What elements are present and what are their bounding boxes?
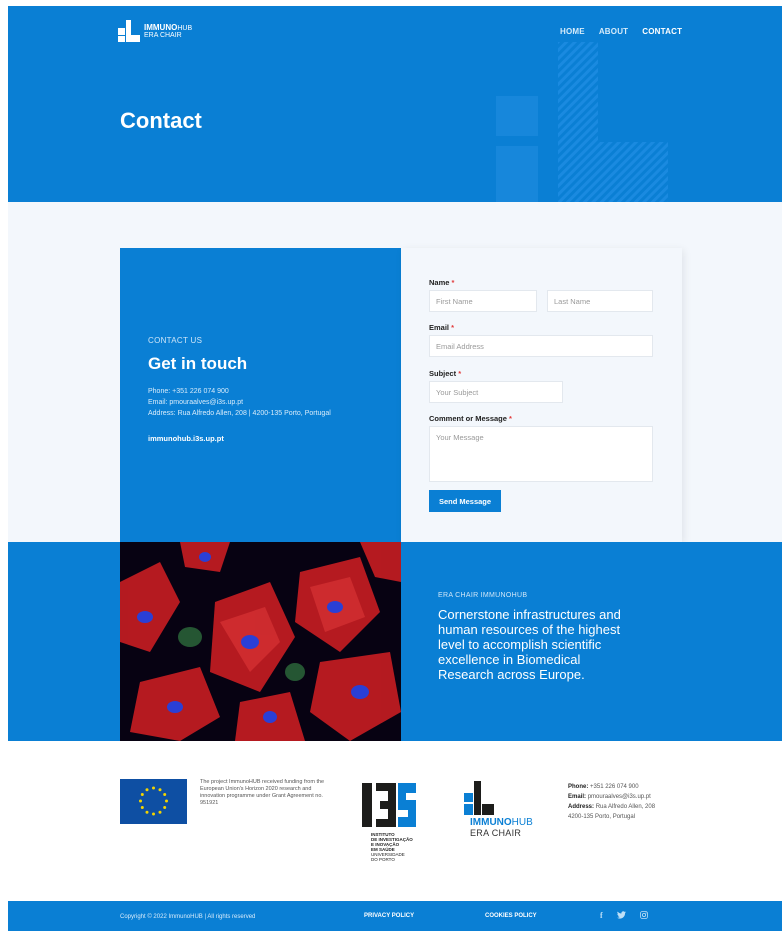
subject-label: Subject *	[429, 369, 462, 378]
immunohub-mark-icon	[464, 781, 494, 815]
hero-header: IMMUNOHUB ERA CHAIR HOME ABOUT CONTACT C…	[8, 6, 782, 202]
footer-contact: Phone: +351 226 074 900 Email: pmouraalv…	[568, 784, 656, 820]
nav-home[interactable]: HOME	[560, 27, 585, 36]
footer-logo-sub: ERA CHAIR	[470, 828, 522, 838]
eu-funding-text: The project ImmunoHUB received funding f…	[200, 779, 325, 806]
contact-phone: Phone: +351 226 074 900	[148, 388, 229, 395]
email-field[interactable]	[429, 335, 653, 357]
message-textarea[interactable]	[429, 426, 653, 482]
last-name-input[interactable]	[547, 290, 653, 312]
message-label: Comment or Message *	[429, 414, 512, 423]
footer-logo-light: HUB	[511, 817, 533, 828]
website-link[interactable]: immunohub.i3s.up.pt	[148, 434, 224, 443]
page-title: Contact	[120, 108, 202, 133]
copyright: Copyright © 2022 ImmunoHUB | All rights …	[120, 914, 256, 920]
page: IMMUNOHUB ERA CHAIR HOME ABOUT CONTACT C…	[8, 6, 782, 931]
facebook-icon[interactable]: f	[600, 911, 603, 921]
email-label: Email *	[429, 323, 455, 332]
nav-about[interactable]: ABOUT	[599, 27, 628, 36]
contact-eyebrow: CONTACT US	[148, 336, 203, 345]
footer-address-1: Rua Alfredo Allen, 208	[595, 804, 656, 810]
privacy-policy-link[interactable]: PRIVACY POLICY	[364, 913, 414, 919]
twitter-icon[interactable]	[616, 911, 626, 921]
band-quote: Cornerstone infrastructures and human re…	[438, 607, 621, 682]
era-chair-text: ERA CHAIR IMMUNOHUB Cornerstone infrastr…	[438, 592, 638, 682]
instagram-icon[interactable]	[639, 911, 648, 921]
contact-info-card: CONTACT US Get in touch Phone: +351 226 …	[120, 248, 401, 542]
cookies-policy-link[interactable]: COOKIES POLICY	[485, 913, 537, 919]
i3s-caption: INSTITUTO DE INVESTIGAÇÃO E INOVAÇÃO EM …	[371, 832, 413, 862]
contact-form: Name * Email * Subject * Comment or Mess…	[401, 248, 682, 542]
contact-heading: Get in touch	[148, 354, 248, 373]
logo-mark-icon	[118, 20, 140, 42]
send-message-button[interactable]: Send Message	[429, 490, 501, 512]
logo-sub: ERA CHAIR	[144, 31, 182, 39]
footer-immunohub-logo[interactable]: IMMUNOHUB ERA CHAIR	[458, 781, 548, 841]
band-eyebrow: ERA CHAIR IMMUNOHUB	[438, 592, 528, 599]
footer-logo-bold: IMMUNO	[470, 817, 512, 828]
footer-phone: +351 226 074 900	[590, 784, 639, 790]
cells-microscopy-image	[120, 542, 401, 741]
eu-flag-icon	[120, 779, 187, 824]
contact-email: Email: pmouraalves@i3s.up.pt	[148, 399, 244, 406]
nav-contact[interactable]: CONTACT	[642, 27, 682, 36]
footer-address-2: 4200-135 Porto, Portugal	[568, 814, 636, 820]
logo-bold: IMMUNO	[144, 22, 178, 32]
logo-light: HUB	[177, 24, 193, 32]
name-label: Name *	[429, 278, 455, 287]
social-links: f	[600, 911, 648, 921]
subject-input[interactable]	[429, 381, 563, 403]
footer-email[interactable]: pmouraalves@i3s.up.pt	[588, 794, 651, 800]
contact-address: Address: Rua Alfredo Allen, 208 | 4200-1…	[148, 410, 331, 417]
hero-decorative-logo-icon	[496, 42, 668, 202]
site-logo[interactable]: IMMUNOHUB ERA CHAIR	[118, 20, 192, 42]
first-name-input[interactable]	[429, 290, 537, 312]
main-nav: HOME ABOUT CONTACT	[560, 27, 682, 36]
